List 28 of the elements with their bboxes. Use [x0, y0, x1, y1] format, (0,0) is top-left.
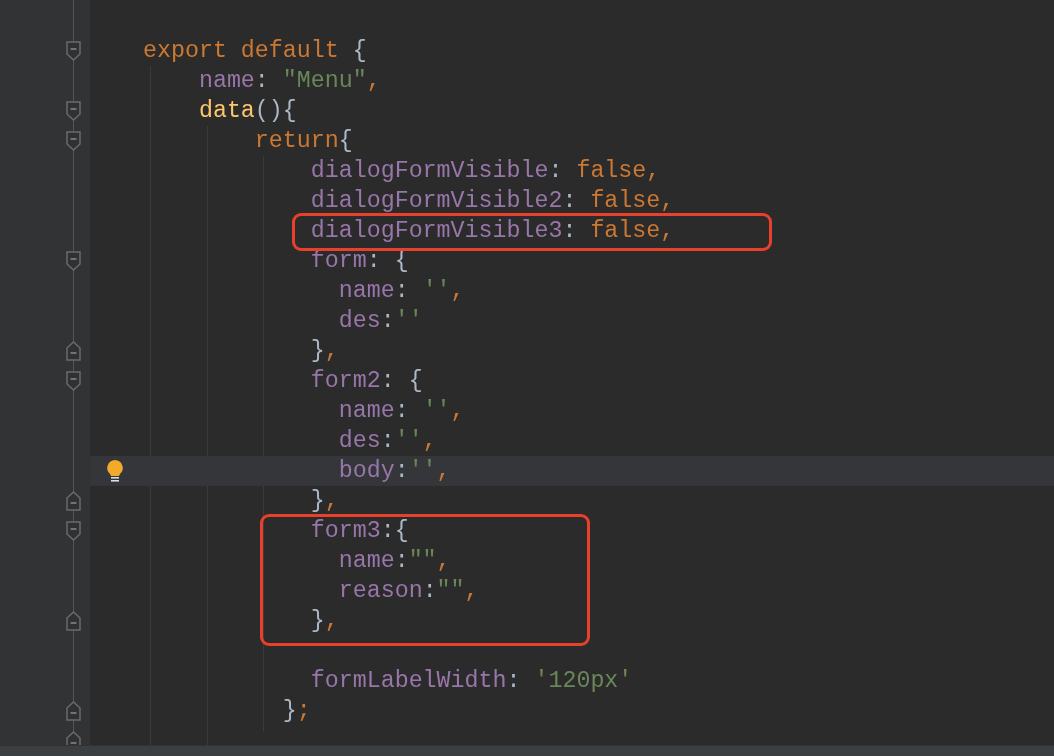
code-line: dialogFormVisible: false, — [310, 157, 661, 185]
code-line: }, — [310, 487, 339, 515]
code-line: form3:{ — [310, 517, 409, 545]
code-line: name: '', — [338, 277, 465, 305]
lightbulb-icon[interactable] — [105, 459, 125, 483]
code-line: des:'', — [338, 427, 437, 455]
fold-icon[interactable] — [66, 521, 81, 541]
code-line: des:'' — [338, 307, 423, 335]
fold-icon[interactable] — [66, 131, 81, 151]
code-line: export default { — [143, 37, 367, 65]
code-line: }, — [310, 337, 339, 365]
fold-icon[interactable] — [66, 101, 81, 121]
code-line: return{ — [254, 127, 353, 155]
code-line: name: '', — [338, 397, 465, 425]
code-line: data(){ — [198, 97, 297, 125]
fold-icon[interactable] — [66, 371, 81, 391]
code-line: dialogFormVisible3: false, — [310, 217, 675, 245]
code-line: name:"", — [338, 547, 451, 575]
code-line: form2: { — [310, 367, 423, 395]
code-line: body:'', — [338, 457, 451, 485]
code-line: formLabelWidth: '120px' — [310, 667, 633, 695]
code-line: name: "Menu", — [198, 67, 381, 95]
code-line: dialogFormVisible2: false, — [310, 187, 675, 215]
fold-icon[interactable] — [66, 251, 81, 271]
fold-icon[interactable] — [66, 41, 81, 61]
code-line: reason:"", — [338, 577, 479, 605]
code-line: }, — [310, 607, 339, 635]
code-line: }; — [282, 697, 311, 725]
